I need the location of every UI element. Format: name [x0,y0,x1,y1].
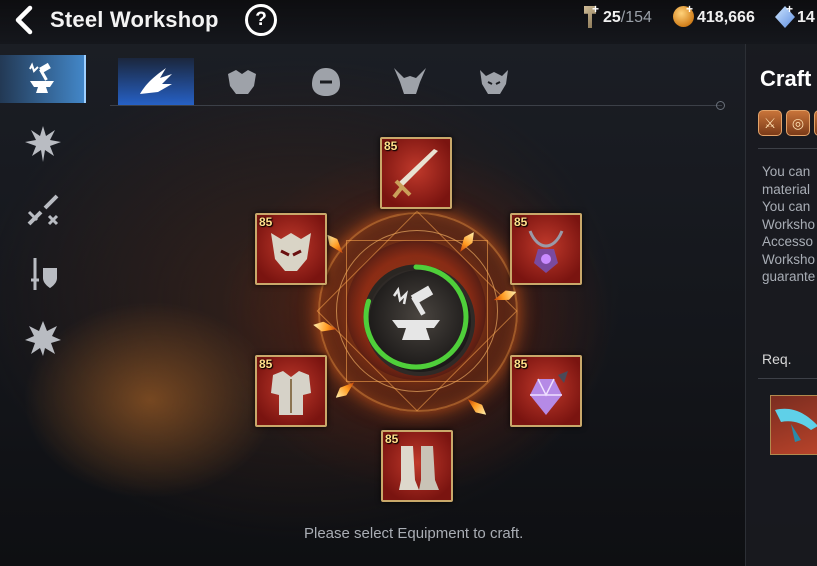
shield-class-icon: ◎ [786,110,810,136]
fire-shard [465,395,490,418]
panel-separator [758,378,817,379]
page-title: Steel Workshop [50,7,219,32]
crystal-ring-icon [530,371,568,415]
sword-shield-icon [31,258,57,290]
equipment-set-tabs [110,58,722,106]
crystal-counter: 14 [797,9,815,26]
armored-boots-icon [399,446,439,490]
broken-sword-icon [27,194,59,226]
stamina-max: /154 [620,9,652,26]
slot-ring[interactable]: 85 [510,355,582,427]
tab-demon-lord[interactable] [456,58,532,106]
required-material-slot[interactable] [770,395,817,455]
description-line: You can [762,199,811,214]
description-line: Worksho [762,251,816,267]
sidebar-item-upgrade[interactable] [12,120,74,168]
panel-separator [758,148,817,149]
description-line: material [762,181,811,197]
sidebar-item-equipment[interactable] [12,250,74,298]
gold-add-icon[interactable]: + [686,2,693,16]
anvil-hammer-icon [29,62,54,93]
crystal-add-icon[interactable]: + [786,2,793,16]
help-button[interactable]: ? [245,4,277,36]
anvil-craft-icon [392,285,440,340]
back-arrow-icon[interactable] [10,5,40,35]
craft-panel-title: Craft [760,66,812,91]
plate-armor-icon [271,371,311,415]
slot-chest[interactable]: 85 [255,355,327,427]
amulet-icon [528,230,564,273]
sidebar-item-disassemble[interactable] [12,186,74,234]
description-line: Worksho [762,216,816,232]
slot-boots[interactable]: 85 [381,430,453,502]
stamina-counter: 25/154 [603,9,652,27]
beast-head-icon [228,70,256,94]
tab-underline [110,105,722,106]
tab-beast[interactable] [204,58,280,106]
demon-helmet-icon [271,233,311,271]
description-line: guarante [762,269,816,284]
slot-weapon[interactable]: 85 [380,137,452,209]
requirement-label: Req. [762,351,792,367]
demon-lord-icon [480,70,508,94]
description-line: Accesso [762,234,814,249]
tab-dragon[interactable] [118,58,194,106]
spiked-emblem-icon [25,126,61,162]
gold-counter: 418,666 [697,9,755,26]
material-wing-icon [775,408,817,442]
craft-hint-text: Please select Equipment to craft. [304,525,524,542]
craft-description: You can material You can Worksho Accesso… [762,163,817,286]
horned-demon-icon [394,68,426,94]
tab-hooded[interactable] [288,58,364,106]
slot-necklace[interactable]: 85 [510,213,582,285]
stamina-value: 25 [603,9,621,26]
tab-end-marker [716,101,725,110]
tab-horned[interactable] [372,58,448,106]
hooded-face-icon [312,68,340,96]
sidebar-item-special[interactable] [12,314,74,362]
slot-helmet[interactable]: 85 [255,213,327,285]
stamina-add-icon[interactable]: + [592,2,599,16]
sword-class-icon: ⚔ [758,110,782,136]
burst-emblem-icon [25,321,61,356]
sidebar-item-craft[interactable] [0,55,86,103]
great-sword-icon [392,149,438,199]
description-line: You can [762,164,811,179]
dragon-wing-icon [140,68,172,94]
